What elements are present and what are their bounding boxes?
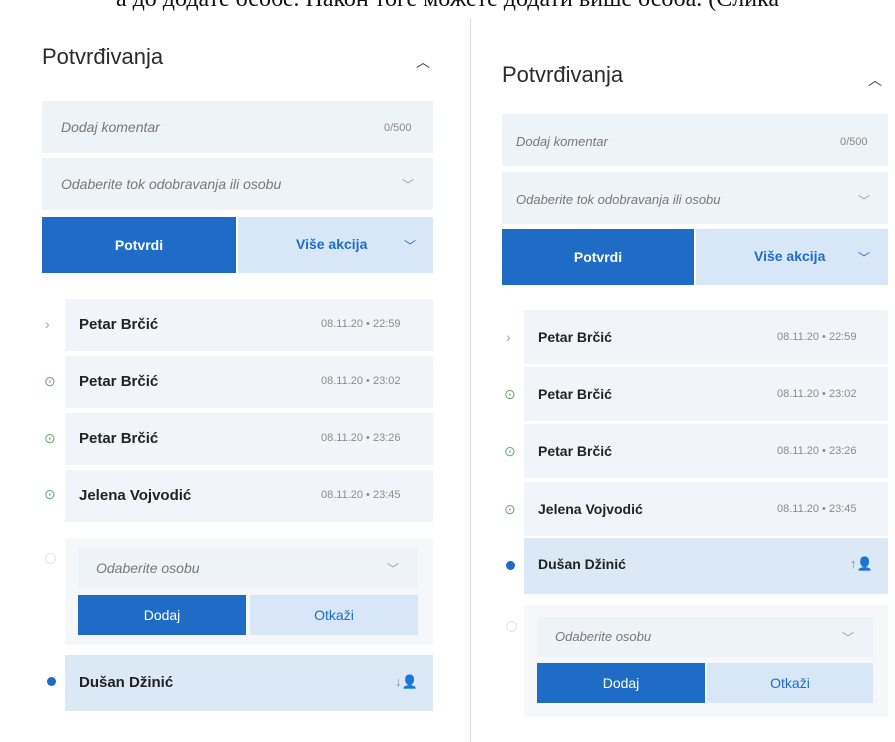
approval-row[interactable]: Petar Brčić 08.11.20 • 23:02 — [65, 356, 433, 408]
approver-name: Petar Brčić — [79, 430, 159, 447]
approval-flow-select[interactable]: Odaberite tok odobravanja ili osobu ﹀ — [502, 172, 888, 224]
more-actions-button[interactable]: Više akcija ﹀ — [238, 217, 433, 273]
approval-timestamp: 08.11.20 • 22:59 — [777, 331, 857, 343]
check-circle-icon: ⊙ — [44, 430, 56, 446]
pending-approver-row[interactable]: Dušan Džinić ↓👤 — [65, 655, 433, 711]
approval-row[interactable]: Jelena Vojvodić 08.11.20 • 23:45 — [524, 482, 888, 536]
panel-divider — [470, 18, 471, 742]
cancel-button[interactable]: Otkaži — [707, 663, 873, 703]
approval-row[interactable]: Petar Brčić 08.11.20 • 22:59 — [524, 310, 888, 364]
comment-input[interactable]: Dodaj komentar 0/500 — [42, 101, 433, 153]
more-actions-label: Više akcija — [296, 236, 368, 252]
step-indicator — [45, 553, 56, 564]
approval-flow-placeholder: Odaberite tok odobravanja ili osobu — [61, 176, 282, 192]
comment-placeholder: Dodaj komentar — [516, 134, 608, 149]
approver-name: Petar Brčić — [538, 329, 612, 345]
comment-counter: 0/500 — [384, 122, 412, 134]
step-indicator — [506, 621, 517, 632]
approver-name: Jelena Vojvodić — [79, 487, 192, 504]
confirm-button[interactable]: Potvrdi — [502, 229, 694, 285]
approval-flow-select[interactable]: Odaberite tok odobravanja ili osobu ﹀ — [42, 158, 433, 210]
person-select-placeholder: Odaberite osobu — [555, 629, 652, 644]
add-person-box: Odaberite osobu ﹀ Dodaj Otkaži — [65, 538, 433, 645]
approval-row[interactable]: Petar Brčić 08.11.20 • 23:26 — [65, 413, 433, 465]
approver-name: Petar Brčić — [79, 373, 159, 390]
approval-timestamp: 08.11.20 • 23:26 — [777, 445, 857, 457]
more-actions-button[interactable]: Više akcija ﹀ — [696, 229, 888, 285]
chevron-down-icon: ﹀ — [404, 239, 417, 253]
approval-row[interactable]: Jelena Vojvodić 08.11.20 • 23:45 — [65, 470, 433, 522]
comment-input[interactable]: Dodaj komentar 0/500 — [502, 114, 888, 166]
check-circle-icon: ⊙ — [504, 386, 516, 402]
approval-timestamp: 08.11.20 • 23:26 — [321, 432, 401, 444]
approval-timestamp: 08.11.20 • 23:45 — [777, 503, 857, 515]
chevron-down-icon: ﹀ — [402, 178, 415, 192]
approver-name: Petar Brčić — [538, 386, 612, 402]
chevron-down-icon: ﹀ — [858, 194, 871, 208]
add-person-box: Odaberite osobu ﹀ Dodaj Otkaži — [524, 605, 888, 717]
approver-name: Dušan Džinić — [79, 674, 174, 691]
approver-name: Petar Brčić — [79, 316, 159, 333]
person-select-placeholder: Odaberite osobu — [96, 560, 200, 576]
approval-row[interactable]: Petar Brčić 08.11.20 • 23:26 — [524, 424, 888, 478]
comment-placeholder: Dodaj komentar — [61, 119, 160, 135]
pending-dot — [47, 677, 56, 686]
approval-timestamp: 08.11.20 • 23:02 — [777, 388, 857, 400]
chevron-down-icon: ﹀ — [387, 562, 400, 576]
chevron-down-icon: ﹀ — [858, 251, 871, 265]
panel-title: Potvrđivanja — [502, 62, 624, 87]
pending-dot — [506, 561, 515, 570]
approval-timestamp: 08.11.20 • 22:59 — [321, 318, 401, 330]
chevron-right-icon[interactable]: › — [506, 329, 511, 345]
cancel-button[interactable]: Otkaži — [250, 595, 418, 635]
person-select[interactable]: Odaberite osobu ﹀ — [537, 617, 873, 657]
approver-name: Jelena Vojvodić — [538, 501, 643, 517]
chevron-down-icon: ﹀ — [842, 631, 855, 645]
chevron-up-icon[interactable]: ︿ — [416, 52, 430, 72]
more-actions-label: Više akcija — [754, 248, 826, 264]
approval-row[interactable]: Petar Brčić 08.11.20 • 22:59 — [65, 299, 433, 351]
add-button[interactable]: Dodaj — [537, 663, 705, 703]
check-circle-icon: ⊙ — [504, 501, 516, 517]
approval-row[interactable]: Petar Brčić 08.11.20 • 23:02 — [524, 367, 888, 421]
pending-approver-row[interactable]: Dušan Džinić ↑👤 — [524, 538, 888, 594]
chevron-up-icon[interactable]: ︿ — [868, 70, 882, 90]
approval-timestamp: 08.11.20 • 23:45 — [321, 489, 401, 501]
approval-flow-placeholder: Odaberite tok odobravanja ili osobu — [516, 192, 721, 207]
chevron-right-icon[interactable]: › — [45, 316, 50, 332]
approval-timestamp: 08.11.20 • 23:02 — [321, 375, 401, 387]
person-arrow-icon[interactable]: ↓👤 — [395, 674, 418, 690]
check-circle-icon: ⊙ — [44, 486, 56, 502]
check-circle-icon: ⊙ — [44, 373, 56, 389]
document-caption: а до додате особе. Након тоге можете дод… — [0, 0, 895, 20]
panel-title: Potvrđivanja — [42, 44, 164, 69]
add-button[interactable]: Dodaj — [78, 595, 246, 635]
comment-counter: 0/500 — [840, 136, 868, 148]
approver-name: Dušan Džinić — [538, 556, 626, 572]
confirm-button[interactable]: Potvrdi — [42, 217, 236, 273]
approver-name: Petar Brčić — [538, 443, 612, 459]
person-select[interactable]: Odaberite osobu ﹀ — [78, 548, 418, 588]
person-arrow-icon[interactable]: ↑👤 — [850, 556, 873, 572]
check-circle-icon: ⊙ — [504, 443, 516, 459]
